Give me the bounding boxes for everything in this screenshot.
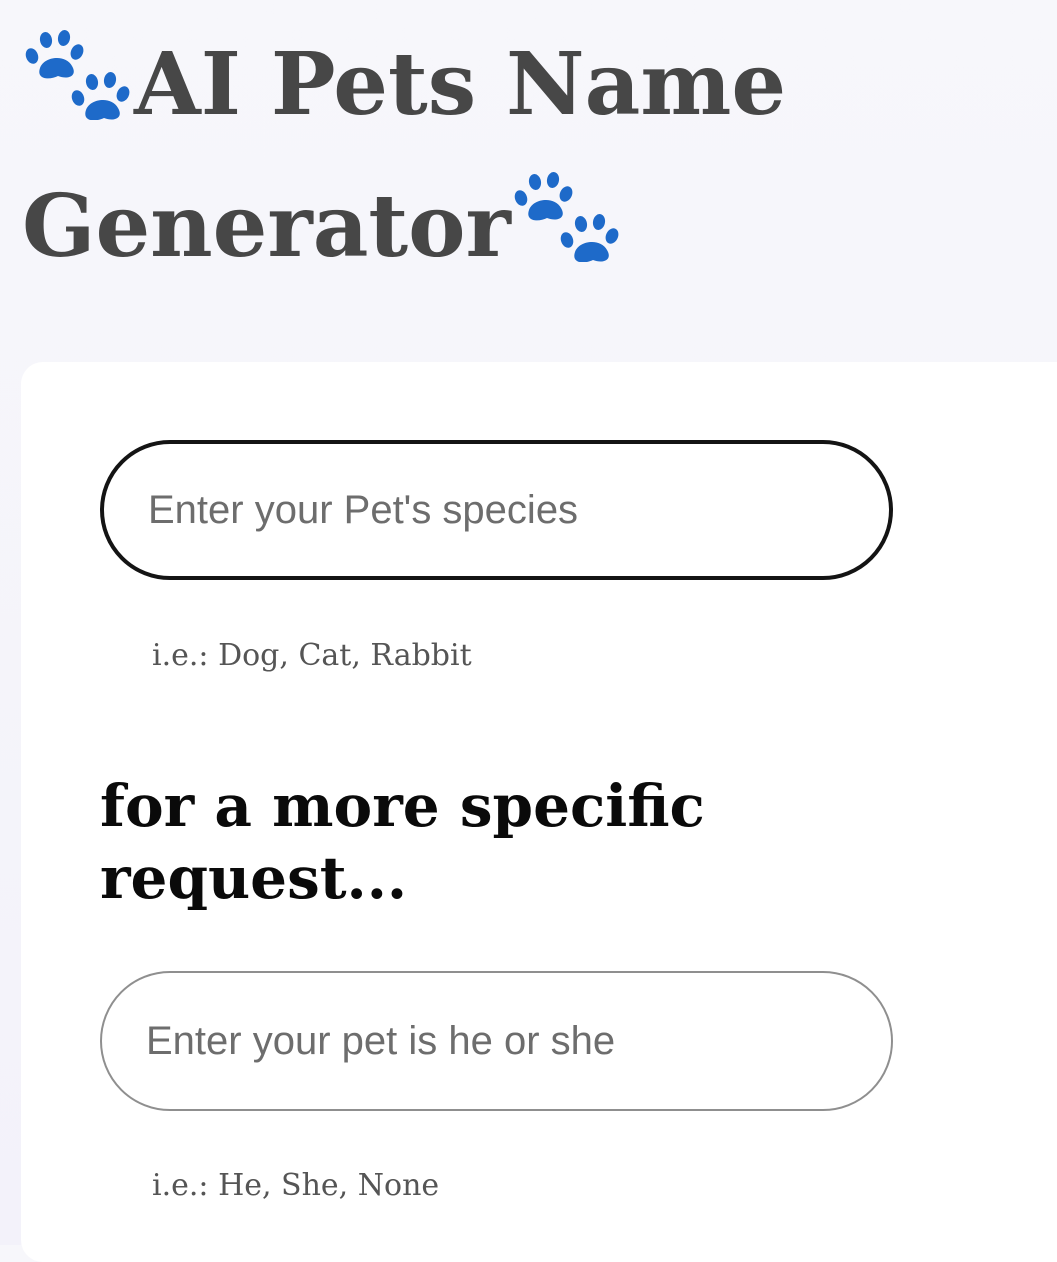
species-input[interactable]: Enter your Pet's species (100, 440, 893, 580)
page-title-text: AI Pets Name Generator (22, 34, 787, 277)
species-hint: i.e.: Dog, Cat, Rabbit (152, 638, 472, 673)
paw-prints-icon (22, 24, 134, 120)
page-title: AI Pets Name Generator (22, 14, 922, 298)
gender-input-placeholder: Enter your pet is he or she (146, 1018, 616, 1063)
gender-input[interactable]: Enter your pet is he or she (100, 971, 893, 1111)
gender-hint: i.e.: He, She, None (152, 1168, 440, 1203)
specific-request-heading: for a more specific request... (100, 772, 705, 912)
paw-prints-icon (511, 166, 623, 262)
species-input-placeholder: Enter your Pet's species (148, 487, 579, 532)
form-card: Enter your Pet's species i.e.: Dog, Cat,… (21, 362, 1057, 1262)
